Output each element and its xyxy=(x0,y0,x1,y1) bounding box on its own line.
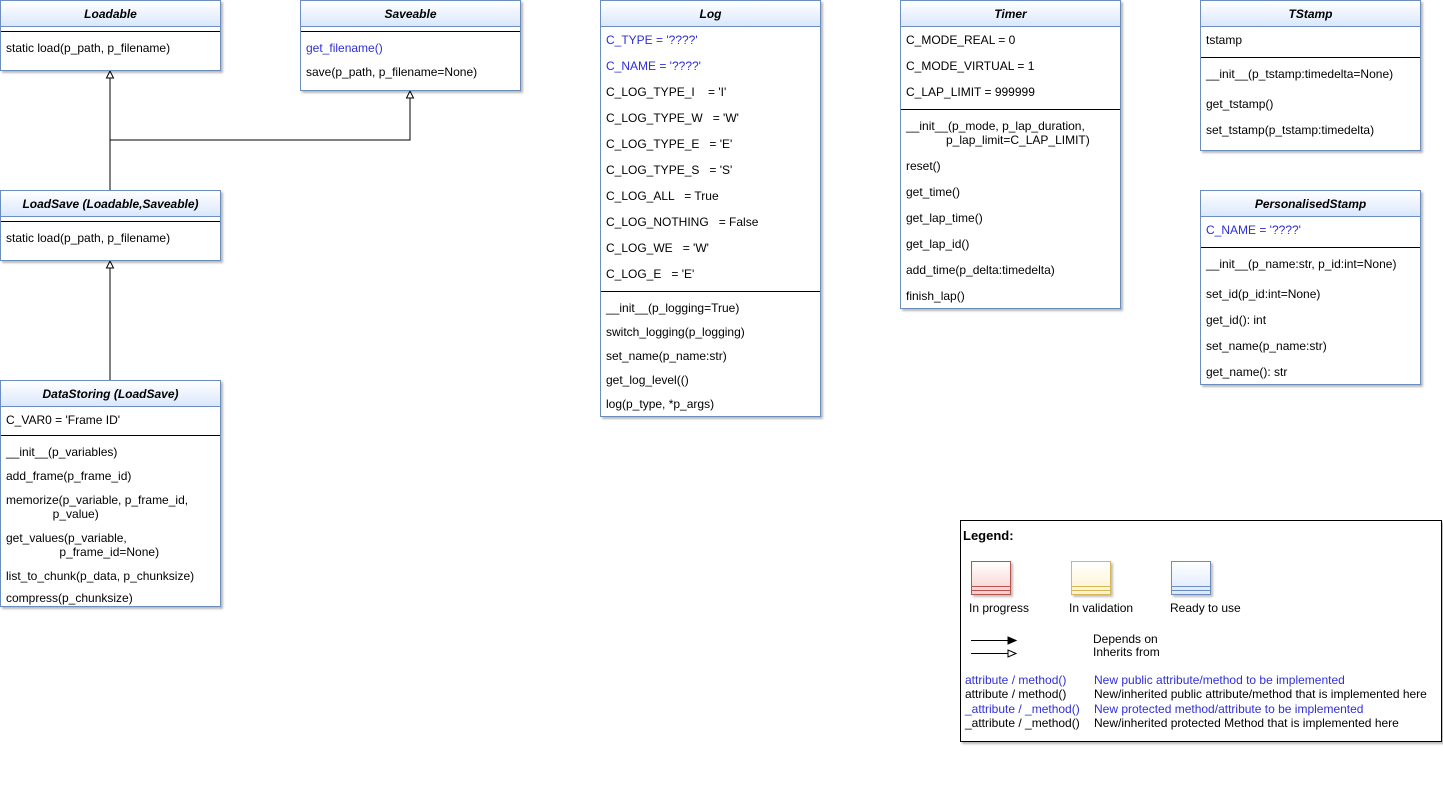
legend-arrows xyxy=(971,636,1018,658)
method: get_filename() xyxy=(306,41,383,55)
legend-inherits-from: Inherits from xyxy=(1093,645,1160,659)
method: get_log_level(() xyxy=(606,373,689,387)
attribute: C_NAME = '????' xyxy=(606,59,701,73)
method: get_lap_time() xyxy=(906,211,983,225)
attribute: C_LOG_ALL = True xyxy=(606,189,719,203)
swatch-ready-to-use xyxy=(1171,561,1211,595)
method: __init__(p_variables) xyxy=(6,445,118,459)
legend-notation-meaning: New/inherited protected Method that is i… xyxy=(1094,716,1399,730)
legend-notation-symbol: _attribute / _method() xyxy=(965,702,1080,716)
legend-title: Legend: xyxy=(963,528,1014,543)
attribute: C_MODE_REAL = 0 xyxy=(906,33,1016,47)
method: static load(p_path, p_filename) xyxy=(6,41,171,55)
method: set_tstamp(p_tstamp:timedelta) xyxy=(1206,123,1375,137)
class-personalisedstamp[interactable]: PersonalisedStamp C_NAME = '????' __init… xyxy=(1200,190,1421,385)
method: finish_lap() xyxy=(906,289,965,303)
arrowhead-loadsave xyxy=(105,259,115,269)
arrowhead-saveable xyxy=(405,89,415,99)
method: memorize(p_variable, p_frame_id, p_value… xyxy=(6,493,189,521)
separator xyxy=(601,291,820,292)
attribute: C_LOG_TYPE_I = 'I' xyxy=(606,85,727,99)
class-name: Timer xyxy=(901,1,1120,27)
legend-notation-symbol: attribute / method() xyxy=(965,687,1067,701)
attribute: C_MODE_VIRTUAL = 1 xyxy=(906,59,1035,73)
legend-notation-meaning: New/inherited public attribute/method th… xyxy=(1094,687,1427,701)
class-name: Loadable xyxy=(1,1,220,27)
method: set_name(p_name:str) xyxy=(1206,339,1327,353)
attribute: tstamp xyxy=(1206,33,1243,47)
method: log(p_type, *p_args) xyxy=(606,397,715,411)
attribute: C_LOG_TYPE_S = 'S' xyxy=(606,163,733,177)
method: set_name(p_name:str) xyxy=(606,349,727,363)
method: static load(p_path, p_filename) xyxy=(6,231,171,245)
method: __init__(p_mode, p_lap_duration, p_lap_l… xyxy=(906,119,1090,147)
swatch-in-validation xyxy=(1071,561,1111,595)
method: get_id(): int xyxy=(1206,313,1267,327)
method: set_id(p_id:int=None) xyxy=(1206,287,1321,301)
class-tstamp[interactable]: TStamp tstamp __init__(p_tstamp:timedelt… xyxy=(1200,0,1421,151)
attribute: C_NAME = '????' xyxy=(1206,223,1301,237)
class-loadable[interactable]: Loadable static load(p_path, p_filename) xyxy=(0,0,221,71)
class-name: LoadSave (Loadable,Saveable) xyxy=(1,191,220,217)
separator xyxy=(301,31,520,32)
separator xyxy=(901,109,1120,110)
separator xyxy=(1,435,220,436)
attribute: C_TYPE = '????' xyxy=(606,33,698,47)
attribute: C_LOG_TYPE_E = 'E' xyxy=(606,137,733,151)
class-name: DataStoring (LoadSave) xyxy=(1,381,220,407)
class-name: PersonalisedStamp xyxy=(1201,191,1420,217)
class-name: Log xyxy=(601,1,820,27)
method: compress(p_chunksize) xyxy=(6,591,133,605)
attribute: C_VAR0 = 'Frame ID' xyxy=(6,413,121,427)
class-loadsave[interactable]: LoadSave (Loadable,Saveable) static load… xyxy=(0,190,221,261)
separator xyxy=(1,31,220,32)
method: reset() xyxy=(906,159,941,173)
separator xyxy=(1201,247,1420,248)
method: __init__(p_tstamp:timedelta=None) xyxy=(1206,67,1394,81)
edge-loadsave-to-saveable xyxy=(110,98,411,141)
method: get_name(): str xyxy=(1206,365,1288,379)
separator xyxy=(1,221,220,222)
class-timer[interactable]: Timer C_MODE_REAL = 0 C_MODE_VIRTUAL = 1… xyxy=(900,0,1121,309)
method: get_time() xyxy=(906,185,961,199)
arrowhead-loadable xyxy=(105,69,115,79)
method: __init__(p_logging=True) xyxy=(606,301,740,315)
class-saveable[interactable]: Saveable get_filename() save(p_path, p_f… xyxy=(300,0,521,91)
swatch-in-progress xyxy=(971,561,1011,595)
legend-notation-meaning: New public attribute/method to be implem… xyxy=(1094,673,1345,687)
class-name: TStamp xyxy=(1201,1,1420,27)
legend: Legend: In progress In validation Ready … xyxy=(960,520,1442,742)
attribute: C_LOG_NOTHING = False xyxy=(606,215,759,229)
method: save(p_path, p_filename=None) xyxy=(306,65,478,79)
method: get_lap_id() xyxy=(906,237,970,251)
attribute: C_LOG_E = 'E' xyxy=(606,267,695,281)
legend-notation-meaning: New protected method/attribute to be imp… xyxy=(1094,702,1364,716)
method: list_to_chunk(p_data, p_chunksize) xyxy=(6,569,195,583)
class-name: Saveable xyxy=(301,1,520,27)
method: add_time(p_delta:timedelta) xyxy=(906,263,1055,277)
legend-state-label: In validation xyxy=(1069,601,1134,615)
legend-notation-symbol: attribute / method() xyxy=(965,673,1067,687)
legend-notation-symbol: _attribute / _method() xyxy=(965,716,1080,730)
method: get_tstamp() xyxy=(1206,97,1274,111)
attribute: C_LOG_TYPE_W = 'W' xyxy=(606,111,739,125)
legend-state-label: In progress xyxy=(969,601,1030,615)
method: switch_logging(p_logging) xyxy=(606,325,745,339)
attribute: C_LOG_WE = 'W' xyxy=(606,241,709,255)
class-log[interactable]: Log C_TYPE = '????' C_NAME = '????' C_LO… xyxy=(600,0,821,417)
attribute: C_LAP_LIMIT = 999999 xyxy=(906,85,1035,99)
class-datastoring[interactable]: DataStoring (LoadSave) C_VAR0 = 'Frame I… xyxy=(0,380,221,607)
method: get_values(p_variable, p_frame_id=None) xyxy=(6,531,160,559)
method: add_frame(p_frame_id) xyxy=(6,469,132,483)
separator xyxy=(1201,57,1420,58)
legend-state-label: Ready to use xyxy=(1170,601,1241,615)
method: __init__(p_name:str, p_id:int=None) xyxy=(1206,257,1397,271)
